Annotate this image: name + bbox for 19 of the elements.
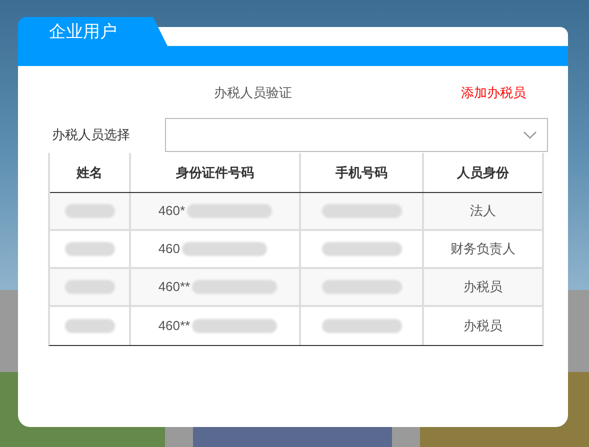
id-number-prefix: 460** bbox=[158, 317, 190, 336]
id-number-prefix: 460 bbox=[158, 240, 180, 258]
chevron-down-icon bbox=[523, 131, 537, 139]
redaction-block bbox=[64, 280, 115, 294]
id-number-prefix: 460** bbox=[158, 278, 190, 296]
table-cell-text: 财务负责人 bbox=[450, 240, 516, 258]
select-label: 办税人员选择 bbox=[52, 126, 131, 144]
redaction-block bbox=[64, 204, 115, 218]
table-cell-text: 办税员 bbox=[464, 317, 503, 336]
add-staff-link[interactable]: 添加办税员 bbox=[461, 83, 526, 102]
table-cell-text: 法人 bbox=[470, 202, 496, 220]
id-number-prefix: 460* bbox=[158, 202, 186, 220]
redaction-block bbox=[64, 319, 115, 333]
column-header: 人员身份 bbox=[456, 164, 510, 182]
staff-select[interactable] bbox=[165, 118, 548, 152]
table-cell-text: 办税员 bbox=[464, 278, 503, 296]
redaction-block bbox=[64, 242, 115, 256]
dialog-heading: 办税人员验证 bbox=[214, 84, 292, 102]
dialog-tab[interactable]: 企业用户 bbox=[18, 17, 168, 47]
